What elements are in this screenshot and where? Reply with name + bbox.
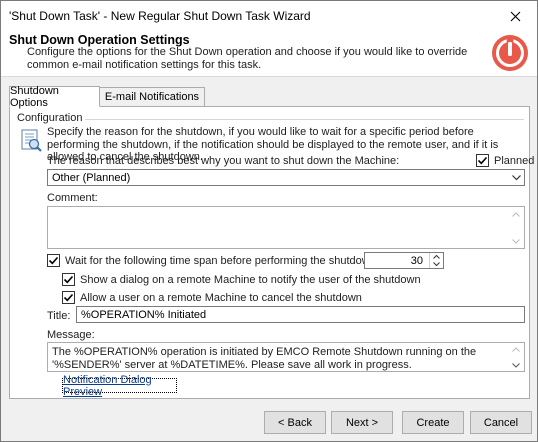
title-value: %OPERATION% Initiated (81, 308, 207, 321)
window-title: 'Shut Down Task' - New Regular Shut Down… (9, 9, 311, 23)
power-icon (492, 35, 528, 71)
tab-label: Shutdown Options (10, 84, 59, 109)
planned-label: Planned (494, 155, 535, 167)
wizard-footer: < Back Next > Create Cancel (1, 401, 537, 441)
scroll-up-icon[interactable] (508, 343, 524, 355)
planned-checkbox[interactable] (476, 154, 489, 167)
configuration-icon (21, 129, 42, 152)
cancel-button[interactable]: Cancel (470, 411, 532, 434)
wait-label: Wait for the following time span before … (65, 255, 407, 267)
shutdown-options-panel: Configuration Specify the reason for the… (9, 106, 534, 399)
checkmark-icon (477, 156, 488, 165)
message-scrollbar[interactable] (508, 343, 524, 371)
wizard-window: 'Shut Down Task' - New Regular Shut Down… (0, 0, 538, 442)
reason-value: Other (Planned) (52, 171, 131, 184)
checkmark-icon (48, 256, 59, 265)
section-divider (84, 119, 524, 120)
notification-dialog-preview-link[interactable]: Notification Dialog Preview (62, 374, 177, 398)
create-button[interactable]: Create (402, 411, 464, 434)
title-bar: 'Shut Down Task' - New Regular Shut Down… (1, 1, 537, 31)
spin-up-icon[interactable] (430, 253, 443, 261)
page-description: Configure the options for the Shut Down … (27, 46, 468, 71)
tab-email-notifications[interactable]: E-mail Notifications (99, 87, 205, 107)
back-button[interactable]: < Back (264, 411, 326, 434)
allow-cancel-label: Allow a user on a remote Machine to canc… (80, 292, 362, 304)
close-button[interactable] (493, 1, 537, 31)
checkmark-icon (63, 275, 74, 284)
message-label: Message: (47, 329, 95, 341)
spin-down-icon[interactable] (430, 261, 443, 269)
wait-checkbox[interactable] (47, 254, 60, 267)
page-title: Shut Down Operation Settings (9, 33, 190, 47)
show-dialog-label: Show a dialog on a remote Machine to not… (80, 274, 421, 286)
tab-shutdown-options[interactable]: Shutdown Options (9, 84, 100, 109)
title-label: Title: (47, 310, 71, 322)
next-button[interactable]: Next > (331, 411, 393, 434)
show-dialog-checkbox[interactable] (62, 273, 75, 286)
message-textarea[interactable]: The %OPERATION% operation is initiated b… (47, 342, 525, 372)
comment-textarea[interactable] (47, 206, 525, 249)
wait-seconds-value: 30 (410, 255, 423, 267)
reason-label: The reason that describes best why you w… (47, 155, 400, 167)
close-icon (510, 11, 520, 21)
scroll-down-icon[interactable] (508, 234, 524, 248)
comment-label: Comment: (47, 192, 98, 204)
scroll-up-icon[interactable] (508, 207, 524, 221)
comment-scrollbar[interactable] (508, 207, 524, 248)
spinner-buttons (429, 253, 443, 268)
scroll-down-icon[interactable] (508, 359, 524, 371)
reason-select[interactable]: Other (Planned) (47, 169, 525, 186)
wait-seconds-spinner[interactable]: 30 (364, 252, 444, 269)
message-value: The %OPERATION% operation is initiated b… (52, 346, 477, 371)
section-label: Configuration (17, 112, 86, 124)
tab-label: E-mail Notifications (104, 91, 200, 103)
allow-cancel-checkbox[interactable] (62, 291, 75, 304)
chevron-down-icon (508, 170, 524, 185)
wizard-header: Shut Down Operation Settings Configure t… (1, 31, 537, 77)
checkmark-icon (63, 293, 74, 302)
title-input[interactable]: %OPERATION% Initiated (76, 306, 525, 323)
